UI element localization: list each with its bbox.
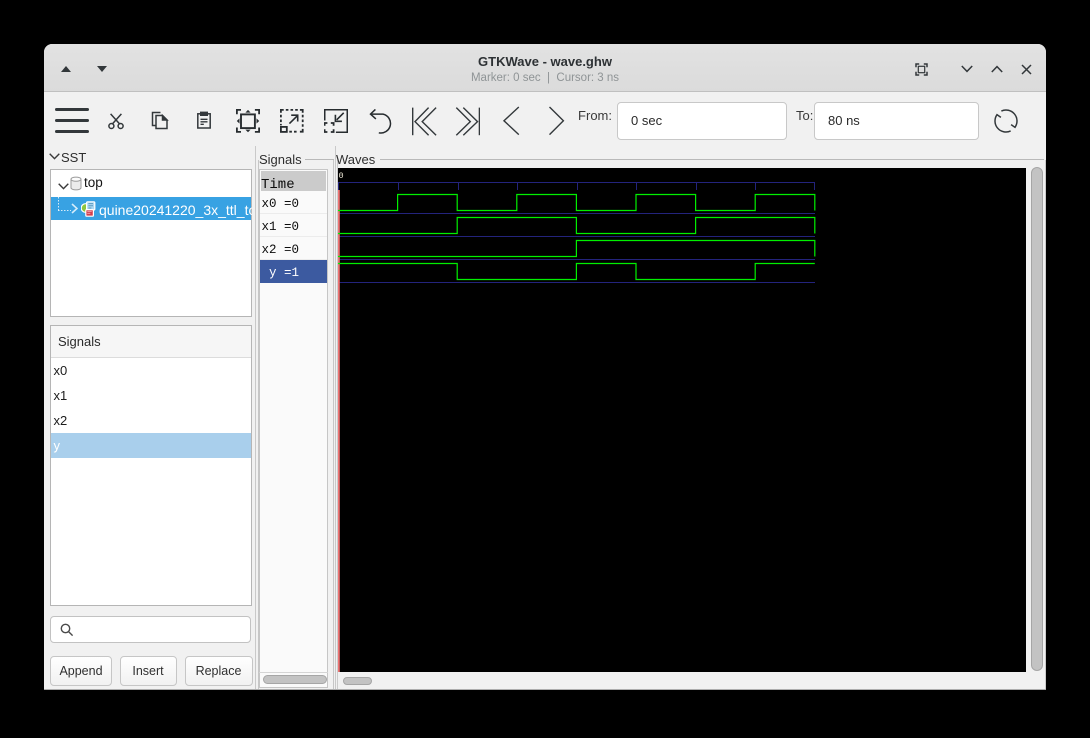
svg-text:0: 0	[339, 171, 344, 181]
